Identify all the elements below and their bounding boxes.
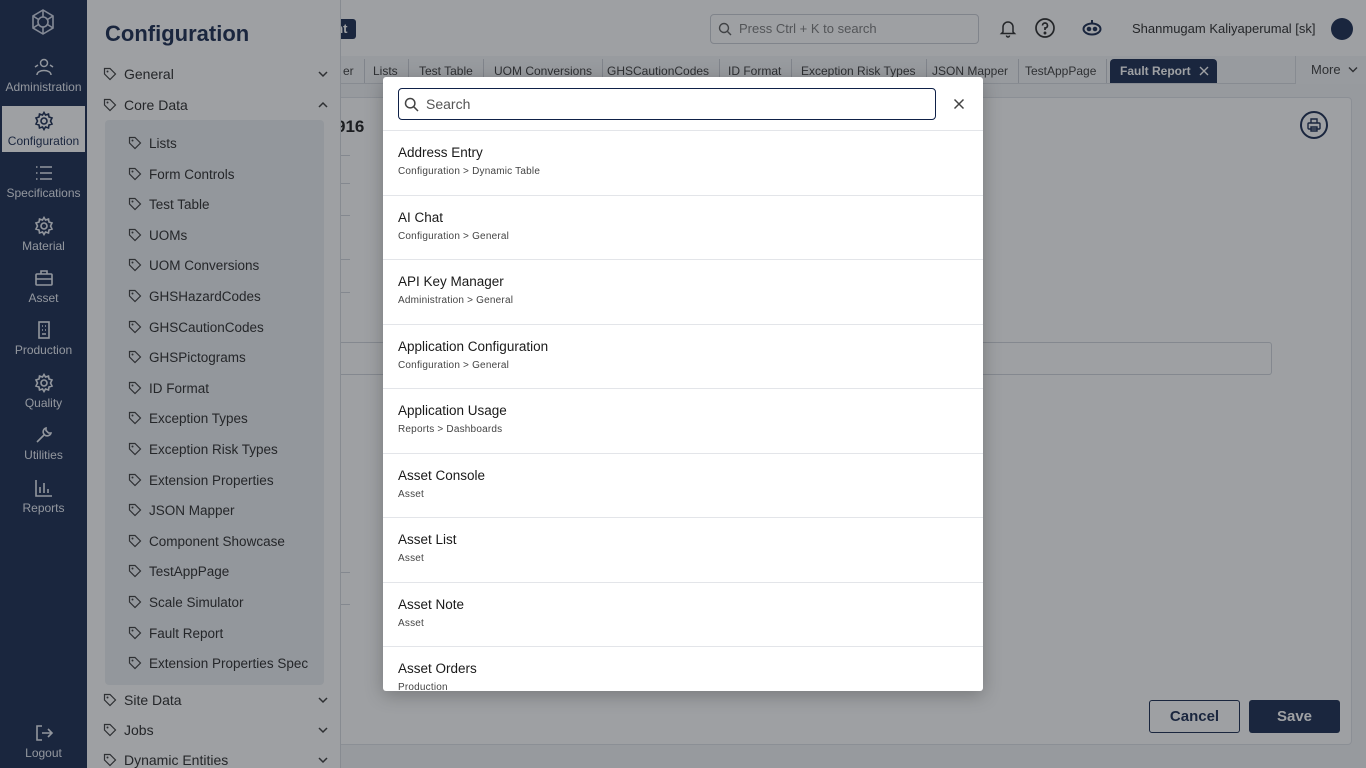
search-result-title: Asset Note [398,596,465,612]
search-result-title: Application Configuration [398,338,549,354]
search-result-item[interactable]: Address Entry Configuration > Dynamic Ta… [383,131,983,196]
search-result-item[interactable]: Application Usage Reports > Dashboards [383,389,983,454]
search-result-item[interactable]: Asset List Asset [383,518,983,583]
search-result-path: Configuration > Dynamic Table [398,166,541,177]
search-modal: Address Entry Configuration > Dynamic Ta… [383,77,983,691]
search-result-path: Configuration > General [398,359,510,371]
search-modal-header [383,77,983,131]
search-result-path: Asset [398,553,425,564]
search-results-list: Address Entry Configuration > Dynamic Ta… [383,131,983,691]
search-result-title: API Key Manager [398,274,504,289]
search-result-path: Asset [398,488,425,500]
search-result-path: Configuration > General [398,230,510,242]
search-result-path: Asset [398,617,425,629]
search-result-path: Reports > Dashboards [398,424,503,435]
search-result-title: Address Entry [398,145,483,160]
search-result-title: Application Usage [398,403,507,418]
search-result-title: Asset List [398,532,457,547]
close-icon[interactable] [951,96,967,112]
search-result-path: Production [398,682,448,691]
search-input[interactable] [398,88,936,120]
search-result-item[interactable]: Asset Console Asset [383,454,983,518]
search-result-item[interactable]: Application Configuration Configuration … [383,325,983,389]
search-result-item[interactable]: Asset Orders Production [383,647,983,691]
search-result-item[interactable]: AI Chat Configuration > General [383,196,983,260]
search-result-title: Asset Console [398,467,486,483]
search-result-path: Administration > General [398,295,514,306]
search-icon [404,97,419,112]
search-result-item[interactable]: API Key Manager Administration > General [383,260,983,325]
search-result-title: Asset Orders [398,661,477,676]
search-result-title: AI Chat [398,209,444,225]
search-result-item[interactable]: Asset Note Asset [383,583,983,647]
